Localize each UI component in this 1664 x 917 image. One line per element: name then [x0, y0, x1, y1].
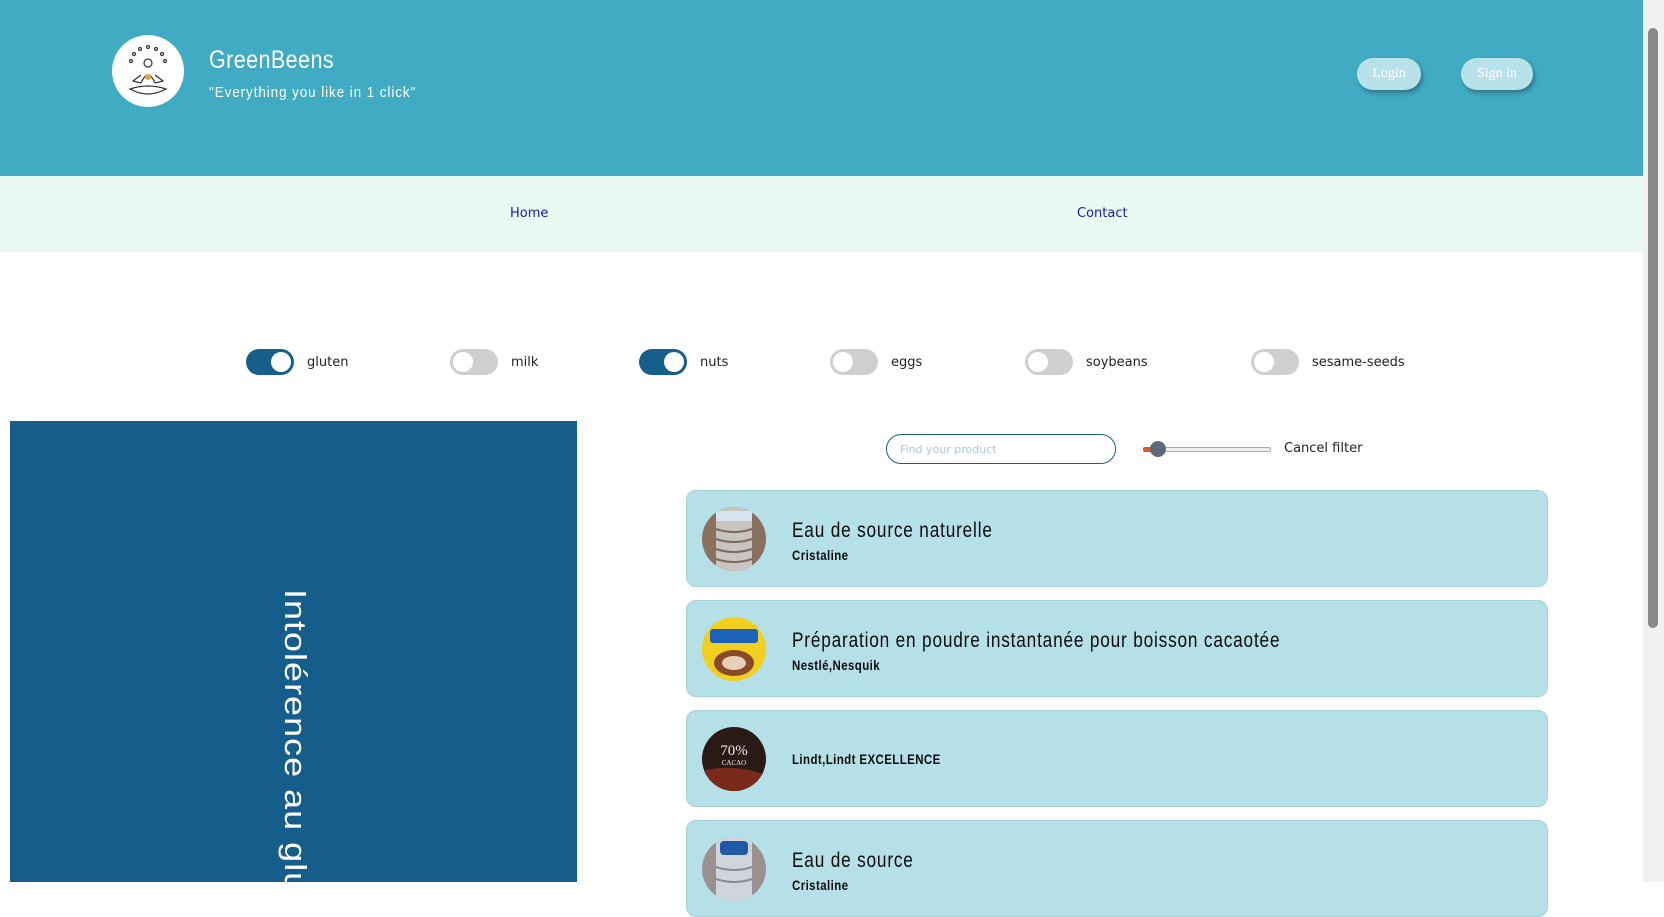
allergen-toggle-sesame-seeds: sesame-seeds	[1251, 348, 1405, 376]
toggle-knob	[833, 352, 853, 372]
nesquik-box-image	[702, 617, 766, 681]
product-card[interactable]: Préparation en poudre instantanée pour b…	[686, 600, 1548, 697]
soybeans-toggle-label: soybeans	[1086, 354, 1148, 370]
allergen-toggle-milk: milk	[450, 348, 538, 376]
sign-in-button[interactable]: Sign in	[1461, 58, 1533, 90]
eggs-toggle-label: eggs	[891, 354, 923, 370]
water-bottle-image	[702, 837, 766, 901]
nuts-toggle-label: nuts	[700, 354, 729, 370]
product-brand: Cristaline	[792, 877, 849, 893]
sesame-seeds-toggle-label: sesame-seeds	[1312, 354, 1405, 370]
product-card[interactable]: Eau de source Cristaline	[686, 820, 1548, 917]
cancel-filter-button[interactable]: Cancel filter	[1284, 441, 1362, 456]
product-card[interactable]: 70% CACAO Lindt,Lindt EXCELLENCE	[686, 710, 1548, 807]
nav-contact-link[interactable]: Contact	[1077, 206, 1128, 221]
gluten-toggle-label: gluten	[307, 354, 349, 370]
water-bottle-image	[702, 507, 766, 571]
product-name: Préparation en poudre instantanée pour b…	[792, 629, 1281, 652]
chocolate-bar-image: 70% CACAO	[702, 727, 766, 791]
slider-thumb[interactable]	[1150, 441, 1166, 457]
allergen-toggle-nuts: nuts	[639, 348, 728, 376]
allergen-toggle-eggs: eggs	[830, 348, 922, 376]
meditation-icon	[128, 44, 168, 95]
meditation-logo[interactable]	[112, 35, 184, 107]
soybeans-toggle-switch[interactable]	[1025, 349, 1073, 375]
product-brand: Lindt,Lindt EXCELLENCE	[792, 751, 941, 767]
main-nav: Home Contact	[0, 176, 1643, 252]
nuts-toggle-switch[interactable]	[639, 349, 687, 375]
nav-home-link[interactable]: Home	[510, 206, 548, 221]
filter-slider[interactable]	[1143, 441, 1271, 457]
product-brand: Cristaline	[792, 547, 849, 563]
page-scrollbar[interactable]	[1643, 0, 1664, 882]
product-name: Eau de source	[792, 849, 914, 872]
login-button[interactable]: Login	[1357, 58, 1421, 90]
toggle-knob	[664, 352, 684, 372]
allergen-toggle-soybeans: soybeans	[1025, 348, 1148, 376]
brand-tagline: "Everything you like in 1 click"	[209, 84, 417, 101]
sesame-seeds-toggle-switch[interactable]	[1251, 349, 1299, 375]
image-subtext: CACAO	[722, 759, 747, 767]
product-card[interactable]: Eau de source naturelle Cristaline	[686, 490, 1548, 587]
brand-title: GreenBeens	[209, 46, 335, 74]
scrollbar-thumb[interactable]	[1648, 28, 1658, 628]
eggs-toggle-switch[interactable]	[830, 349, 878, 375]
toggle-knob	[1028, 352, 1048, 372]
gluten-toggle-switch[interactable]	[246, 349, 294, 375]
site-header: GreenBeens "Everything you like in 1 cli…	[0, 0, 1643, 176]
product-name: Eau de source naturelle	[792, 519, 993, 542]
intolerance-panel: Intolérence au gluten	[10, 421, 577, 882]
product-brand: Nestlé,Nesquik	[792, 657, 881, 673]
toggle-knob	[271, 352, 291, 372]
product-search-input[interactable]	[886, 434, 1116, 464]
toggle-knob	[453, 352, 473, 372]
allergen-toggle-gluten: gluten	[246, 348, 348, 376]
milk-toggle-label: milk	[511, 354, 539, 370]
milk-toggle-switch[interactable]	[450, 349, 498, 375]
intolerance-title: Intolérence au gluten	[278, 589, 313, 882]
toggle-knob	[1254, 352, 1274, 372]
image-text: 70%	[720, 743, 748, 759]
